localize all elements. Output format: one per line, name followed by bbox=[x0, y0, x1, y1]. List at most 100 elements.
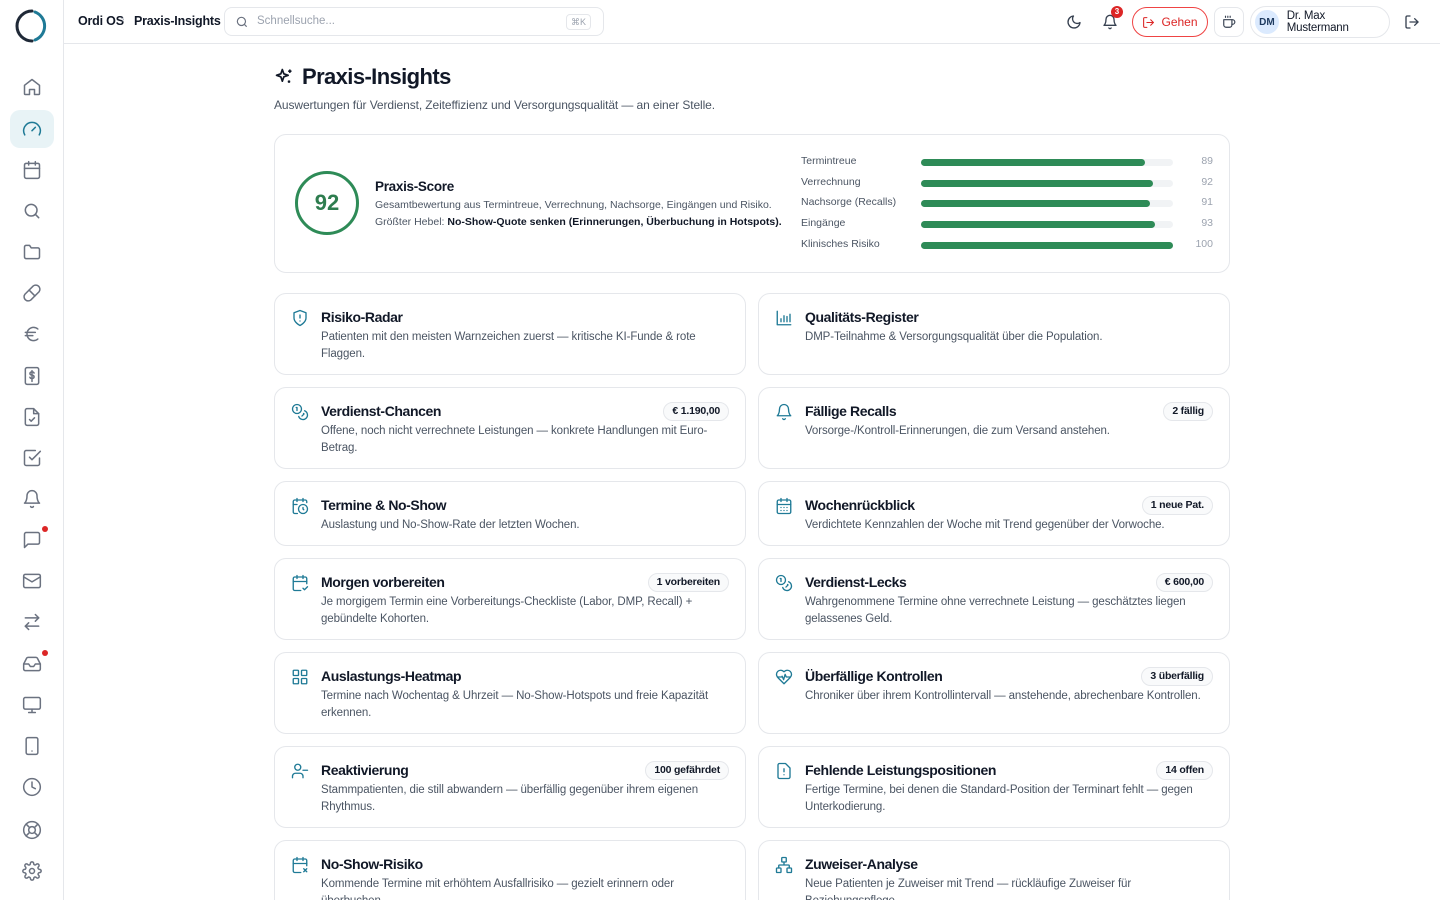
score-lever-label: Größter Hebel: bbox=[375, 216, 445, 228]
insight-card-fehlende-leistungspositionen[interactable]: Fehlende Leistungspositionen 14 offen Fert… bbox=[758, 746, 1230, 828]
user-menu[interactable]: DM Dr. Max Mustermann bbox=[1250, 6, 1390, 38]
search-input[interactable]: Schnellsuche... ⌘K bbox=[224, 7, 604, 36]
message-icon bbox=[23, 531, 41, 549]
card-title: Verdienst-Chancen bbox=[321, 403, 442, 419]
search-shortcut: ⌘K bbox=[565, 14, 591, 30]
card-badge: 14 offen bbox=[1156, 761, 1213, 780]
bar-chart-icon bbox=[776, 310, 792, 326]
insight-card-auslastungs-heatmap[interactable]: Auslastungs-Heatmap Termine nach Wochenta… bbox=[274, 652, 746, 734]
top-bar: Ordi OS › Praxis-Insights Schnellsuche..… bbox=[64, 0, 1440, 44]
sidebar-item-gauge[interactable] bbox=[10, 110, 54, 148]
card-icon bbox=[775, 668, 793, 686]
calendar-icon bbox=[23, 160, 41, 180]
sidebar-item-settings[interactable] bbox=[10, 852, 54, 890]
go-button[interactable]: Gehen bbox=[1132, 7, 1208, 37]
insight-card-fällige-recalls[interactable]: Fällige Recalls 2 fällig Vorsorge-/Kontrol… bbox=[758, 387, 1230, 469]
metric-progress-bar bbox=[921, 242, 1173, 249]
logout-button[interactable] bbox=[1401, 11, 1423, 33]
sidebar-item-clock[interactable] bbox=[10, 768, 54, 806]
calendar-check-icon bbox=[292, 574, 309, 592]
sidebar-item-folder[interactable] bbox=[10, 233, 54, 271]
network-icon bbox=[775, 856, 793, 874]
shield-alert-icon bbox=[293, 309, 307, 327]
card-description: Offene, noch nicht verrechnete Leistunge… bbox=[321, 425, 708, 454]
insight-card-no-show-risiko[interactable]: No-Show-Risiko Kommende Termine mit erhöh… bbox=[274, 840, 746, 900]
insight-card-qualitäts-register[interactable]: Qualitäts-Register DMP-Teilnahme & Versor… bbox=[758, 293, 1230, 375]
metric-label: Klinisches Risiko bbox=[801, 238, 880, 250]
sidebar-item-euro[interactable] bbox=[10, 315, 54, 353]
home-icon bbox=[23, 78, 41, 96]
card-badge: 2 fällig bbox=[1163, 402, 1213, 421]
monitor-icon bbox=[22, 696, 42, 714]
card-badge: 100 gefährdet bbox=[645, 761, 729, 780]
metric-progress-bar bbox=[921, 159, 1173, 166]
card-badge: 1 neue Pat. bbox=[1141, 496, 1213, 515]
sidebar bbox=[0, 0, 64, 900]
sidebar-item-message[interactable] bbox=[10, 521, 54, 559]
theme-toggle-button[interactable] bbox=[1063, 11, 1085, 33]
breadcrumb-app[interactable]: Ordi OS bbox=[78, 14, 124, 28]
sidebar-item-file-check[interactable] bbox=[10, 398, 54, 436]
search-placeholder: Schnellsuche... bbox=[257, 15, 335, 27]
ordi-logo[interactable] bbox=[14, 8, 50, 44]
insight-card-morgen-vorbereiten[interactable]: Morgen vorbereiten 1 vorbereiten Je morgig… bbox=[274, 558, 746, 640]
card-icon bbox=[291, 497, 309, 515]
card-icon bbox=[775, 497, 793, 515]
metric-label: Nachsorge (Recalls) bbox=[801, 196, 897, 208]
card-title: No-Show-Risiko bbox=[321, 856, 423, 872]
card-title: Zuweiser-Analyse bbox=[805, 856, 918, 872]
insight-card-verdienst-lecks[interactable]: Verdienst-Lecks € 600,00 Wahrgenommene Ter… bbox=[758, 558, 1230, 640]
insight-card-wochenrückblick[interactable]: Wochenrückblick 1 neue Pat. Verdichtete Ke… bbox=[758, 481, 1230, 546]
notifications-button[interactable]: 3 bbox=[1099, 6, 1123, 33]
sidebar-item-inbox[interactable] bbox=[10, 645, 54, 683]
sidebar-item-bell[interactable] bbox=[10, 480, 54, 518]
metric-progress-fill bbox=[921, 221, 1156, 228]
sidebar-item-mail[interactable] bbox=[10, 562, 54, 600]
card-description: Auslastung und No-Show-Rate der letzten … bbox=[321, 519, 580, 531]
unread-dot bbox=[42, 650, 48, 656]
mail-icon bbox=[22, 573, 42, 589]
insight-card-reaktivierung[interactable]: Reaktivierung 100 gefährdet Stammpatienten… bbox=[274, 746, 746, 828]
sidebar-item-checkbox[interactable] bbox=[10, 439, 54, 477]
sparkles-icon bbox=[275, 68, 292, 83]
card-badge: € 1.190,00 bbox=[663, 402, 729, 421]
sidebar-item-home[interactable] bbox=[10, 68, 54, 106]
coffee-icon bbox=[1223, 15, 1236, 28]
sidebar-item-lifebuoy[interactable] bbox=[10, 811, 54, 849]
card-description: Neue Patienten je Zuweiser mit Trend — r… bbox=[805, 878, 1132, 900]
score-metric-row: Termintreue 89 bbox=[801, 155, 1213, 169]
card-icon bbox=[775, 856, 793, 874]
card-icon bbox=[291, 668, 309, 686]
break-button[interactable] bbox=[1214, 7, 1244, 37]
sidebar-item-calendar[interactable] bbox=[10, 151, 54, 189]
lifebuoy-icon bbox=[22, 820, 42, 840]
insight-card-zuweiser-analyse[interactable]: Zuweiser-Analyse Neue Patienten je Zuweis… bbox=[758, 840, 1230, 900]
metric-label: Eingänge bbox=[801, 217, 846, 229]
sidebar-item-dollar-receipt[interactable] bbox=[10, 357, 54, 395]
card-description: Chroniker über ihrem Kontrollintervall —… bbox=[805, 690, 1201, 702]
card-title: Morgen vorbereiten bbox=[321, 574, 445, 590]
search-icon bbox=[24, 203, 40, 219]
user-name: Dr. Max Mustermann bbox=[1286, 10, 1349, 34]
sidebar-item-pill[interactable] bbox=[10, 274, 54, 312]
page-header: Praxis-Insights bbox=[274, 64, 451, 90]
insight-card-termine-no-show[interactable]: Termine & No-Show Auslastung und No-Show-… bbox=[274, 481, 746, 546]
insight-card-risiko-radar[interactable]: Risiko-Radar Patienten mit den meisten Wa… bbox=[274, 293, 746, 375]
transfer-icon bbox=[24, 613, 40, 631]
sidebar-item-tablet[interactable] bbox=[10, 727, 54, 765]
card-description: Kommende Termine mit erhöhtem Ausfallris… bbox=[321, 878, 674, 900]
score-lever: Größter Hebel: No-Show-Quote senken (Eri… bbox=[375, 216, 782, 228]
card-badge: 3 überfällig bbox=[1141, 667, 1213, 686]
card-icon bbox=[775, 574, 793, 592]
metric-label: Verrechnung bbox=[801, 176, 861, 188]
sidebar-item-monitor[interactable] bbox=[10, 686, 54, 724]
bell-icon bbox=[776, 403, 792, 421]
folder-icon bbox=[23, 244, 41, 260]
card-title: Wochenrückblick bbox=[805, 497, 915, 513]
score-metric-row: Klinisches Risiko 100 bbox=[801, 238, 1213, 252]
insight-card-überfällige-kontrollen[interactable]: Überfällige Kontrollen 3 überfällig Chroni… bbox=[758, 652, 1230, 734]
moon-icon bbox=[1067, 15, 1081, 29]
insight-card-verdienst-chancen[interactable]: Verdienst-Chancen € 1.190,00 Offene, noch … bbox=[274, 387, 746, 469]
sidebar-item-search[interactable] bbox=[10, 192, 54, 230]
sidebar-item-transfer[interactable] bbox=[10, 603, 54, 641]
